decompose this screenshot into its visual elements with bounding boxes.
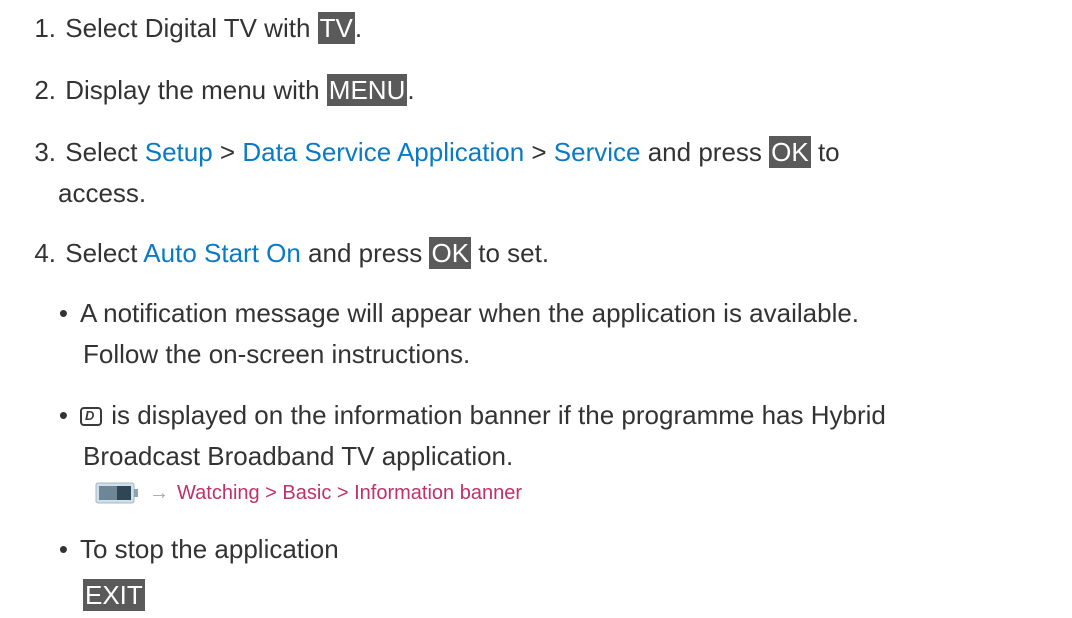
reference-link-row[interactable]: → Watching > Basic > Information banner xyxy=(95,478,522,508)
note-text: Broadcast Broadband TV application. xyxy=(83,441,514,471)
hybrid-broadcast-d-icon xyxy=(80,407,102,426)
step-number: 2. xyxy=(34,75,56,105)
tv-key: TV xyxy=(317,12,355,44)
step-text: to xyxy=(810,137,840,167)
step-number: 3. xyxy=(34,137,56,167)
step-text: . xyxy=(354,13,363,43)
step-text: . xyxy=(407,75,415,105)
step-text: access. xyxy=(58,178,147,208)
note-text: is displayed on the information banner i… xyxy=(104,400,886,430)
bullet-dot: • xyxy=(58,298,68,328)
note-bullet-1-continuation: Follow the on-screen instructions. xyxy=(83,337,470,371)
auto-start-on-link[interactable]: Auto Start On xyxy=(143,238,301,268)
step-3-continuation: access. xyxy=(58,176,146,210)
separator: > xyxy=(212,137,243,167)
service-link[interactable]: Service xyxy=(554,137,641,167)
reference-path-link[interactable]: Watching > Basic > Information banner xyxy=(177,482,522,505)
ok-key: OK xyxy=(769,136,811,168)
step-text: Select Digital TV with xyxy=(65,13,318,43)
step-text: Display the menu with xyxy=(65,75,327,105)
separator: > xyxy=(524,137,554,167)
step-text: and press xyxy=(640,137,770,167)
bullet-dot: • xyxy=(58,534,68,564)
note-text: Follow the on-screen instructions. xyxy=(83,339,471,369)
step-text: to set. xyxy=(471,238,550,268)
menu-key: MENU xyxy=(326,74,408,106)
note-bullet-2-continuation: Broadcast Broadband TV application. xyxy=(83,439,513,473)
note-text: A notification message will appear when … xyxy=(80,298,860,328)
note-text: To stop the application xyxy=(80,534,339,564)
step-1: 1. Select Digital TV with TV. xyxy=(0,11,362,45)
note-bullet-1: • A notification message will appear when… xyxy=(0,296,859,330)
bullet-dot: • xyxy=(58,400,68,430)
ok-key: OK xyxy=(429,237,472,269)
note-bullet-3: • To stop the application xyxy=(0,532,339,566)
note-bullet-2: • is displayed on the information banner… xyxy=(0,398,886,432)
step-number: 4. xyxy=(34,238,56,268)
step-2: 2. Display the menu with MENU. xyxy=(0,73,415,107)
step-text: Select xyxy=(65,137,145,167)
arrow-icon: → xyxy=(149,481,169,504)
step-text: and press xyxy=(300,238,430,268)
exit-key-row: EXIT xyxy=(83,578,145,612)
step-number: 1. xyxy=(34,13,56,43)
tv-monitor-icon xyxy=(95,482,138,504)
step-4: 4. Select Auto Start On and press OK to … xyxy=(0,236,549,270)
step-3: 3. Select Setup > Data Service Applicati… xyxy=(0,135,840,169)
setup-link[interactable]: Setup xyxy=(145,137,213,167)
data-service-application-link[interactable]: Data Service Application xyxy=(242,137,524,167)
step-text: Select xyxy=(65,238,144,268)
exit-key: EXIT xyxy=(83,579,145,611)
